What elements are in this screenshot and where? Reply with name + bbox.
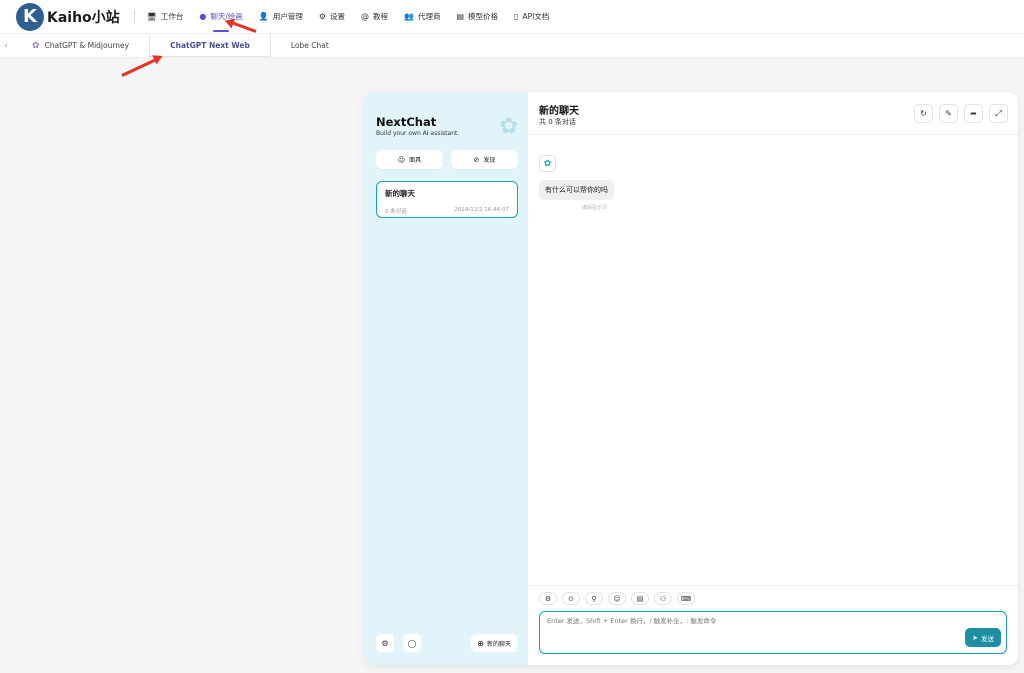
github-icon: ◯ [407,638,417,648]
nav-item-user-management[interactable]: 👤 用户管理 [259,0,303,34]
share-icon: ➦ [970,109,977,118]
tag-icon: ▤ [456,12,465,21]
book-icon: ▯ [514,12,519,21]
chat-composer: ⚙ ⊙ ⚲ ☺ ▤ ⚇ ⌨ ➤ 发送 [528,585,1018,665]
mask-icon: ☺ [397,155,406,164]
user-icon: 👤 [258,12,269,21]
nav-item-label: 教程 [373,12,388,21]
discover-button[interactable]: ⊘ 发现 [451,150,518,169]
expand-icon: ⤢ [995,108,1002,118]
send-label: 发送 [981,634,994,643]
settings-gear-icon: ⚙ [381,638,389,648]
tool-shortcut[interactable]: ⌨ [677,592,695,605]
tool-context[interactable]: ▤ [631,592,649,605]
annotation-arrow-tab [121,56,161,77]
tool-prompt[interactable]: ⚲ [585,592,603,605]
nav-item-label: 模型价格 [468,12,499,21]
tab-label: ChatGPT & Midjourney [44,41,130,50]
pencil-icon: ✎ [945,109,952,118]
nav-item-label: 设置 [330,12,345,21]
nav-item-tutorial[interactable]: @ 教程 [361,0,388,34]
nav-item-label: 工作台 [160,12,184,21]
brand[interactable]: K Kaiho小站 [16,2,120,31]
keyboard-icon: ⌨ [680,594,692,603]
chat-main: 新的聊天 共 0 条对话 ↻ ✎ ➦ ⤢ ✿ 有什么可以帮你的吗 编辑提示词 ⚙… [528,92,1018,665]
mask-button-label: 面具 [409,157,422,164]
nav-item-api-docs[interactable]: ▯ API文档 [514,0,549,34]
assistant-message: 有什么可以帮你的吗 [539,180,614,200]
nav-item-label: API文档 [522,12,550,21]
tool-model[interactable]: ⚇ [654,592,672,605]
sidebar-subtitle: Build your own AI assistant. [376,130,460,137]
tool-scroll[interactable]: ⊙ [562,592,580,605]
top-navbar: K Kaiho小站 🖥 工作台 ● 聊天/绘画 👤 用户管理 ⚙ 设置 @ 教程… [0,0,1024,34]
layout-icon: ▤ [636,594,644,603]
send-button[interactable]: ➤ 发送 [965,628,1001,647]
send-icon: ➤ [972,633,978,642]
gear-icon: ⚙ [318,12,326,21]
wand-icon: ⚲ [591,594,597,603]
nav-divider [133,9,135,24]
mask-icon: ☺ [613,594,621,603]
sidebar-footer: ⚙ ◯ ⊕ 新的聊天 [376,634,517,652]
nav-item-model-price[interactable]: ▤ 模型价格 [456,0,498,34]
chat-item-time: 2024/12/2 16:44:07 [454,207,509,213]
nav-item-label: 用户管理 [272,12,303,21]
settings-button[interactable]: ⚙ [376,634,394,652]
fullscreen-button[interactable]: ⤢ [989,104,1008,123]
tab-label: Lobe Chat [290,41,329,50]
refresh-icon: ↻ [920,109,927,118]
assistant-avatar: ✿ [539,155,556,172]
at-icon: @ [361,12,369,21]
tab-label: ChatGPT Next Web [170,41,250,50]
group-icon: 👥 [404,12,414,21]
chat-item-count: 0 条对话 [385,209,407,215]
chevron-left-icon[interactable]: ‹ [0,34,12,57]
tool-settings[interactable]: ⚙ [539,592,557,605]
brand-logo: K [16,2,44,31]
sidebar: NextChat Build your own AI assistant. ✿ … [365,92,528,665]
mask-button[interactable]: ☺ 面具 [376,150,443,169]
discover-button-label: 发现 [483,157,496,164]
tab-chatgpt-midjourney[interactable]: ✿ ChatGPT & Midjourney [12,34,149,57]
chat-list-item[interactable]: 新的聊天 0 条对话 2024/12/2 16:44:07 [376,181,518,218]
tab-lobe-chat[interactable]: Lobe Chat [271,34,349,57]
sidebar-title: NextChat [376,115,437,129]
chat-input-box: ➤ 发送 [539,611,1007,654]
chat-input[interactable] [547,617,927,625]
openai-logo-icon: ✿ [499,114,518,139]
tab-chatgpt-next-web[interactable]: ChatGPT Next Web [149,34,271,57]
compass-icon: ⊘ [473,155,480,164]
nav-item-chat-draw[interactable]: ● 聊天/绘画 [199,0,243,34]
gear-icon: ⚙ [544,594,552,603]
plus-circle-icon: ⊕ [477,638,484,648]
nav-item-agent[interactable]: 👥 代理商 [404,0,440,34]
composer-toolbar: ⚙ ⊙ ⚲ ☺ ▤ ⚇ ⌨ [539,592,700,605]
chat-title: 新的聊天 [539,106,579,117]
nav-item-workbench[interactable]: 🖥 工作台 [147,0,184,34]
share-button[interactable]: ➦ [964,104,983,123]
chat-item-title: 新的聊天 [385,189,415,198]
edit-prompt-hint[interactable]: 编辑提示词 [582,204,607,211]
monitor-icon: 🖥 [146,12,157,21]
nav-item-label: 代理商 [417,12,441,21]
github-button[interactable]: ◯ [403,634,421,652]
robot-icon: ⚇ [659,594,667,603]
nav-item-settings[interactable]: ⚙ 设置 [319,0,345,34]
refresh-button[interactable]: ↻ [914,104,933,123]
chat-header: 新的聊天 共 0 条对话 ↻ ✎ ➦ ⤢ [528,92,1018,135]
arrow-circle-icon: ⊙ [568,594,574,603]
openai-icon: ✿ [32,40,40,51]
chat-bubble-icon: ● [199,12,207,21]
new-chat-button[interactable]: ⊕ 新的聊天 [471,634,517,652]
chat-subtitle: 共 0 条对话 [539,118,576,126]
edit-button[interactable]: ✎ [939,104,958,123]
brand-name: Kaiho小站 [47,9,120,26]
tool-mask[interactable]: ☺ [608,592,626,605]
nextchat-window: NextChat Build your own AI assistant. ✿ … [365,92,1018,665]
openai-icon: ✿ [543,158,552,169]
new-chat-label: 新的聊天 [486,640,511,648]
